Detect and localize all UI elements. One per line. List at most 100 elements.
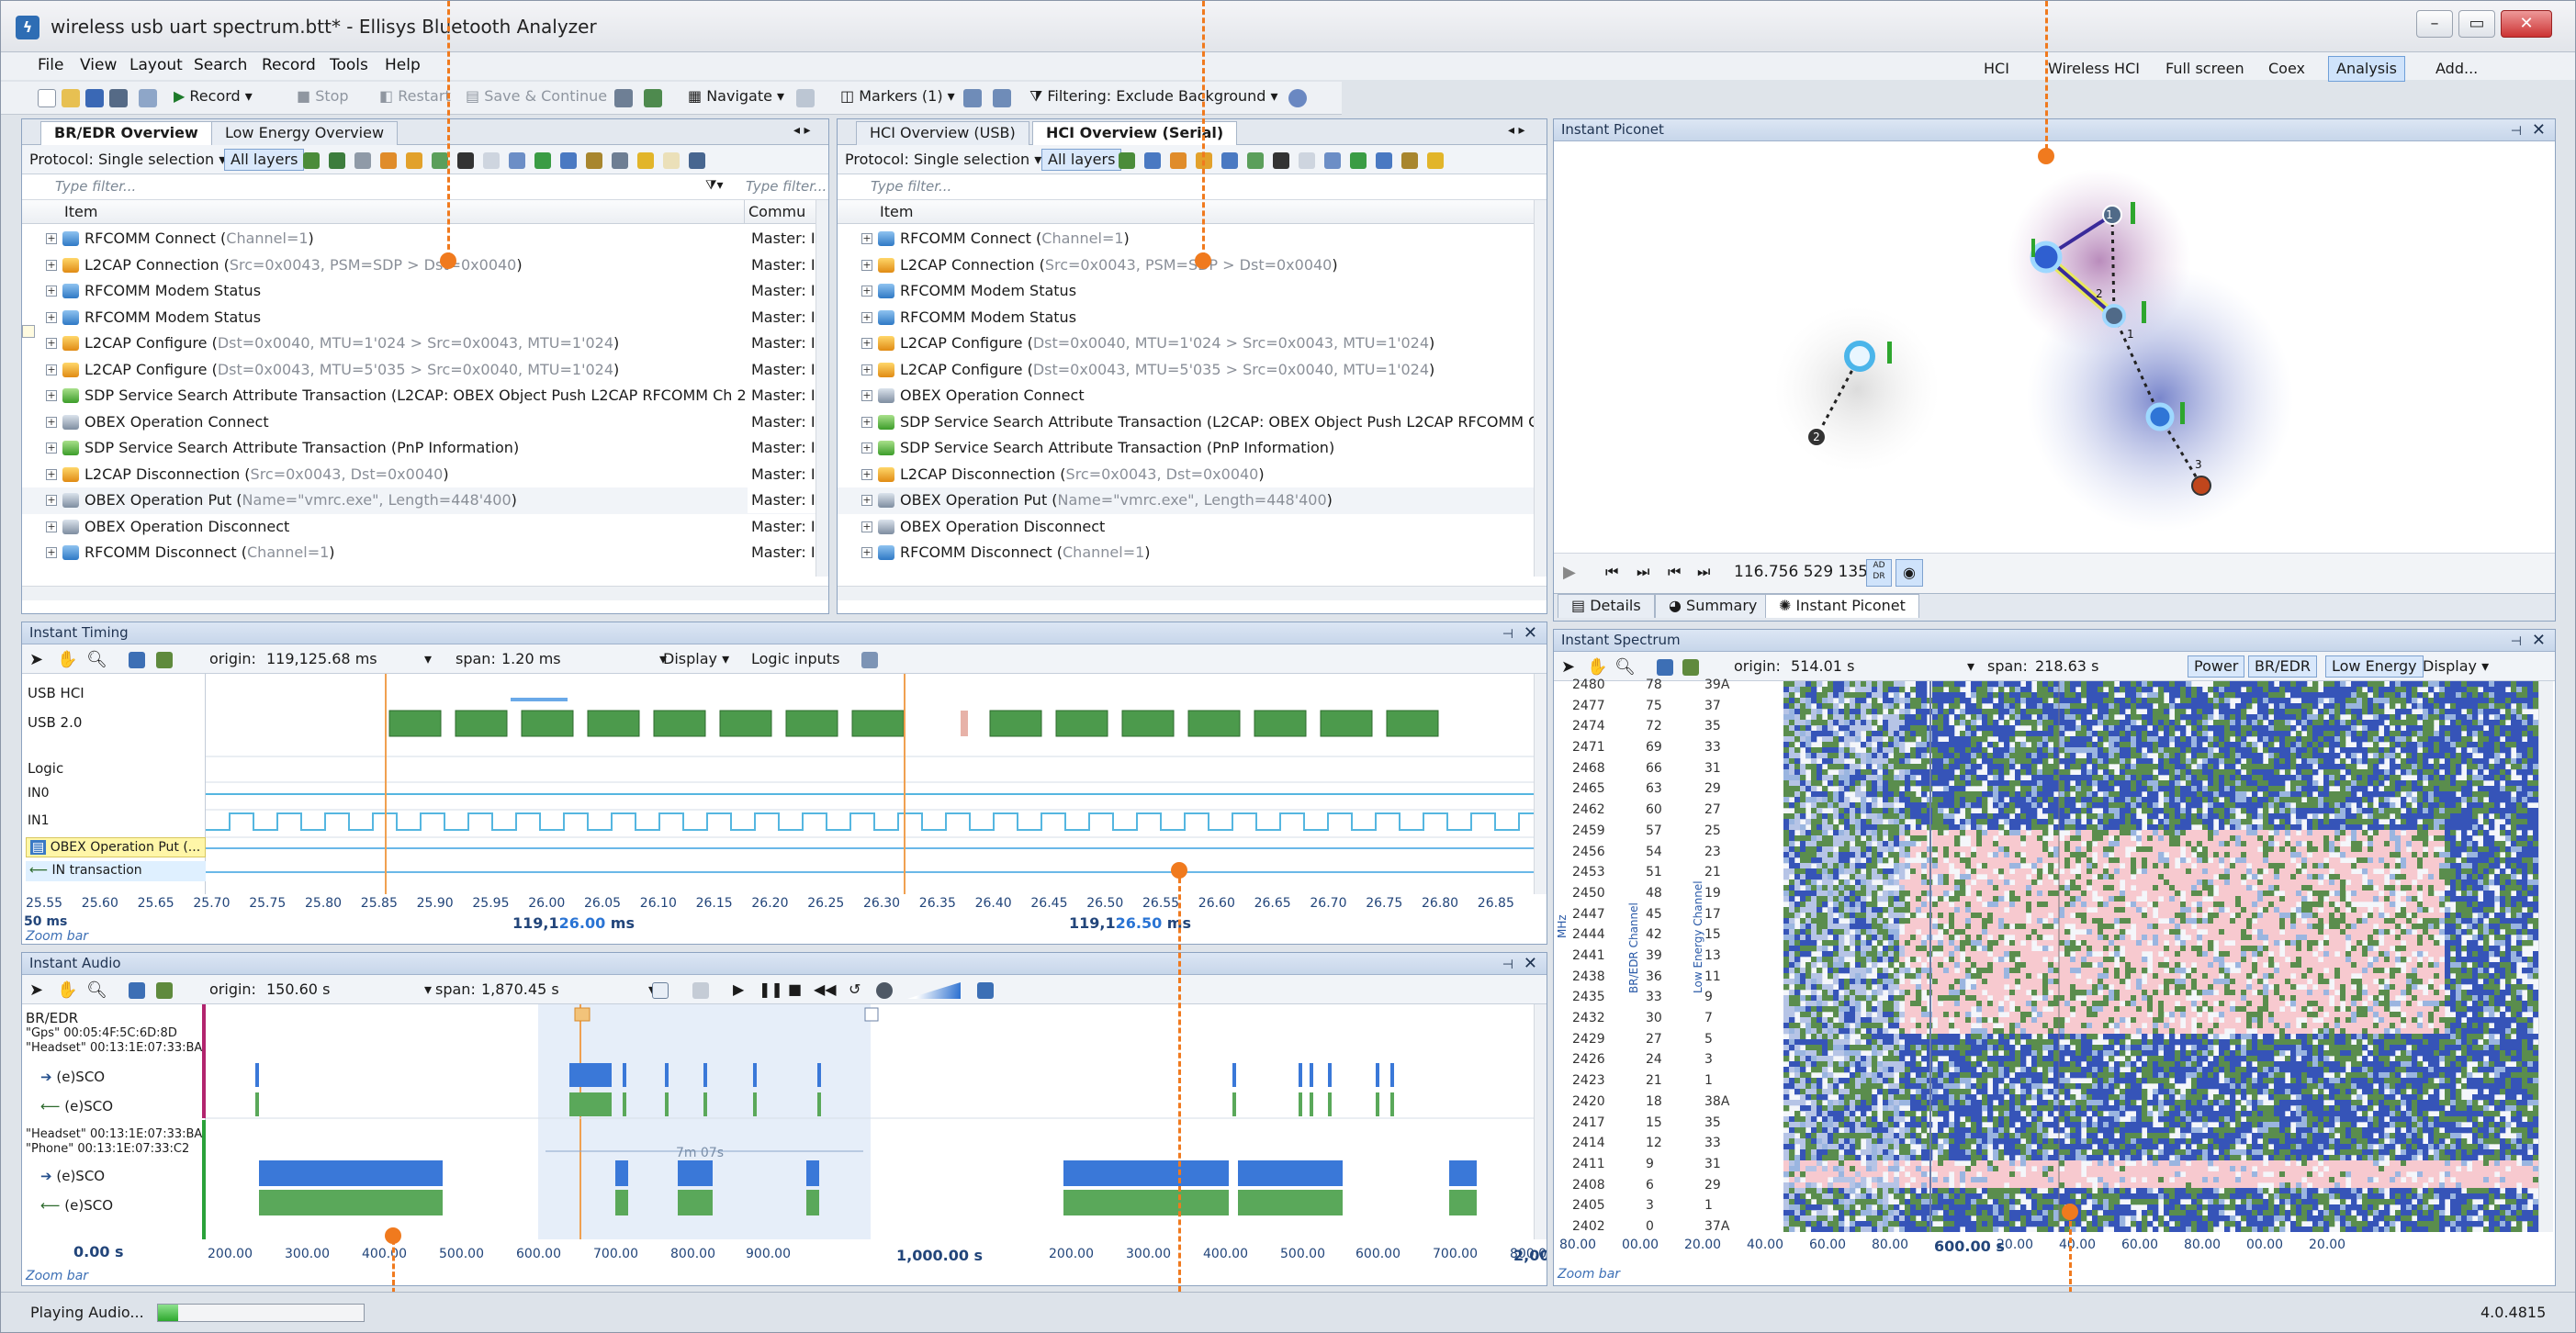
expand-icon[interactable]: + [861,286,872,297]
layout-analysis-button[interactable]: Analysis [2328,56,2405,82]
sco-packet[interactable] [703,1063,707,1087]
piconet-node[interactable] [2145,402,2175,431]
spectrum-columns-icon[interactable] [1657,659,1673,676]
all-layers-button[interactable]: All layers [224,149,305,171]
mouse-icon[interactable] [483,152,500,169]
sco-packet[interactable] [1390,1063,1394,1087]
sco-block[interactable] [1063,1190,1229,1215]
usb-packet[interactable] [587,710,640,737]
reset-icon[interactable] [644,89,662,107]
column-communication[interactable]: Commu [744,200,805,223]
right-vertical-scrollbar[interactable] [1534,200,1547,577]
sco-packet[interactable] [623,1063,626,1087]
sco-block[interactable] [1449,1160,1477,1186]
sco-packet[interactable] [1232,1092,1236,1116]
sco-packet[interactable] [1299,1063,1302,1087]
audio-zoom-bar[interactable]: Zoom bar [26,1269,88,1283]
expand-icon[interactable]: + [861,521,872,532]
right-protocol-selector[interactable]: Protocol: Single selection ▾ [845,151,1041,168]
stop-button[interactable]: ■ Stop [297,87,349,105]
list-item[interactable]: + L2CAP Disconnection (Src=0x0043, Dst=0x… [838,462,1534,488]
sco-packet[interactable] [1299,1092,1302,1116]
menu-view[interactable]: View [80,56,117,74]
expand-icon[interactable]: + [46,364,57,375]
filter-tool-icon[interactable] [156,652,173,668]
filtering-button[interactable]: ⧩ Filtering: Exclude Background ▾ [1029,87,1278,106]
audio-close-icon[interactable]: ✕ [1524,953,1537,974]
spectrum-hand-icon[interactable]: ✋ [1587,657,1607,677]
list-item[interactable]: + RFCOMM Connect (Channel=1) Master: I [22,226,816,252]
ad-dr-toggle[interactable]: AD DR [1866,559,1892,587]
cursor-flag-icon[interactable] [574,1007,591,1022]
timing-pin-icon[interactable]: ⊣ [1502,624,1513,645]
usb-packet[interactable] [851,710,905,737]
usb-packet[interactable] [961,711,968,736]
expand-icon[interactable]: + [46,521,57,532]
layout-add-button[interactable]: Add... [2427,56,2486,82]
zoom-tool-icon[interactable]: 🔍︎ [86,650,107,669]
list-item[interactable]: + RFCOMM Modem Status [838,278,1534,305]
sco-packet[interactable] [817,1092,821,1116]
right-item-filter-input[interactable]: Type filter... [871,178,1513,195]
piconet-node[interactable] [2102,304,2126,328]
expand-icon[interactable]: + [46,338,57,349]
audio-pointer-icon[interactable]: ➤ [29,980,43,1000]
sco-packet[interactable] [1376,1063,1379,1087]
sco-packet[interactable] [665,1092,669,1116]
item-filter-input[interactable]: Type filter... [55,178,726,195]
expand-icon[interactable]: + [861,416,872,428]
timing-scrollbar[interactable] [1534,674,1547,894]
spectrum-filter-icon[interactable] [1682,659,1699,676]
origin-field[interactable]: 119,125.68 ms ▾ [266,650,432,667]
expand-icon[interactable]: + [861,442,872,454]
menu-search[interactable]: Search [194,56,247,74]
audio-zoom-icon[interactable]: 🔍︎ [86,980,107,1000]
sco-block[interactable] [1063,1160,1229,1186]
hand-tool-icon[interactable]: ✋ [57,650,77,669]
expand-icon[interactable]: + [46,259,57,271]
expand-icon[interactable]: + [861,547,872,558]
usb-packet[interactable] [1055,710,1108,737]
hat-icon[interactable] [380,152,397,169]
sco-packet[interactable] [1328,1092,1332,1116]
power-toggle[interactable]: Power [2188,655,2245,678]
minimize-button[interactable]: – [2416,10,2453,38]
sco-block[interactable] [678,1160,713,1186]
right-coin-icon[interactable] [1427,152,1444,169]
save-continue-button[interactable]: ▤ Save & Continue [466,87,607,105]
checkered-flag-icon[interactable] [457,152,474,169]
right-column-item[interactable]: Item [880,200,913,223]
spectrum-zoom-icon[interactable]: 🔍︎ [1614,657,1636,677]
spectrum-pointer-icon[interactable]: ➤ [1561,657,1575,677]
tab-summary[interactable]: ◕ Summary [1655,594,1772,618]
sco-packet[interactable] [1310,1063,1313,1087]
audio-columns-icon[interactable] [129,982,145,999]
audio-play-icon[interactable]: ▶ [733,980,744,998]
spectrum-pin-icon[interactable]: ⊣ [2511,632,2522,653]
play-icon[interactable]: ▶ [1563,563,1576,582]
list-item[interactable]: + L2CAP Connection (Src=0x0043, PSM=SDP >… [22,252,816,279]
tab-hci-usb[interactable]: HCI Overview (USB) [856,121,1029,145]
audio-span-field[interactable]: 1,870.45 s▾ [481,980,656,998]
list-item[interactable]: + L2CAP Connection (Src=0x0043, PSM=SDP >… [838,252,1534,279]
tab-hci-serial[interactable]: HCI Overview (Serial) [1032,121,1238,145]
list-item[interactable]: + SDP Service Search Attribute Transactio… [22,383,816,409]
expand-icon[interactable]: + [46,286,57,297]
globe-icon[interactable] [1288,89,1307,107]
markers-button[interactable]: ◫ Markers (1) ▾ [840,87,955,105]
list-item[interactable]: + RFCOMM Disconnect (Channel=1) Master: I [22,540,816,566]
menu-file[interactable]: File [38,56,63,74]
left-vertical-scrollbar[interactable] [816,200,828,577]
sco-packet[interactable] [1390,1092,1394,1116]
audio-scrollbar[interactable] [1534,1004,1547,1239]
usb-packet[interactable] [785,710,838,737]
music-note-icon[interactable] [534,152,551,169]
new-file-icon[interactable] [38,89,56,107]
usb-packet[interactable] [1386,710,1439,737]
usb-packet[interactable] [388,710,442,737]
list-item[interactable]: + OBEX Operation Connect Master: I [22,409,816,436]
folder-icon[interactable] [663,152,680,169]
right-hat-icon[interactable] [1170,152,1187,169]
sco-packet[interactable] [1328,1063,1332,1087]
record-button[interactable]: ▶ Record ▾ [174,87,253,105]
